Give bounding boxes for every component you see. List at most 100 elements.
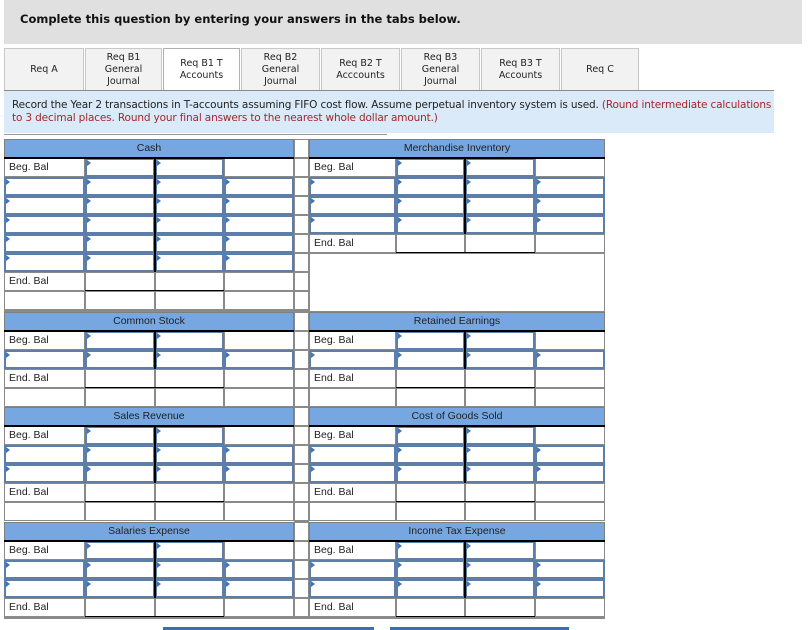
cash-entry-ref-input[interactable] (4, 177, 85, 196)
cash-entry-ref-input[interactable] (4, 215, 85, 234)
income-tax-expense-entry-debit-input[interactable] (396, 560, 465, 579)
salaries-expense-entry-ref-input[interactable] (4, 579, 85, 598)
merchandise-inventory-beg-debit-input[interactable] (396, 158, 465, 177)
income-tax-expense-entry-ref-input[interactable] (309, 560, 396, 579)
income-tax-expense-beg-credit-input[interactable] (465, 541, 535, 560)
income-tax-expense-entry-ref2-input[interactable] (535, 579, 605, 598)
salaries-expense-entry-ref-input[interactable] (4, 560, 85, 579)
tab-req-b1-general-journal[interactable]: Req B1 General Journal (85, 48, 162, 90)
tab-req-b2-t-accounts[interactable]: Req B2 T Acccounts (321, 48, 400, 90)
cash-beg-debit-input[interactable] (85, 158, 155, 177)
salaries-expense-entry-credit-input[interactable] (155, 579, 224, 598)
merchandise-inventory-beg-credit-input[interactable] (465, 158, 535, 177)
retained-earnings-entry-debit-input[interactable] (396, 350, 465, 369)
merchandise-inventory-entry-ref-input[interactable] (309, 215, 396, 234)
salaries-expense-beg-credit-input[interactable] (155, 541, 224, 560)
income-tax-expense-end-debit-value (396, 598, 465, 617)
sales-revenue-entry-ref-input[interactable] (4, 445, 85, 464)
salaries-expense-entry-debit-input[interactable] (85, 579, 155, 598)
cost-of-goods-sold-entry-ref2-input[interactable] (535, 445, 605, 464)
merchandise-inventory-entry-debit-input[interactable] (396, 196, 465, 215)
income-tax-expense-entry-debit-input[interactable] (396, 579, 465, 598)
cash-entry-ref2-input[interactable] (224, 253, 294, 272)
sales-revenue-entry-ref2-input[interactable] (224, 445, 294, 464)
common-stock-entry-debit-input[interactable] (85, 350, 155, 369)
retained-earnings-entry-credit-input[interactable] (465, 350, 535, 369)
retained-earnings-entry-ref-input[interactable] (309, 350, 396, 369)
merchandise-inventory-entry-debit-input[interactable] (396, 215, 465, 234)
cash-entry-credit-input[interactable] (155, 196, 224, 215)
merchandise-inventory-entry-ref-input[interactable] (309, 177, 396, 196)
cash-entry-debit-input[interactable] (85, 253, 155, 272)
cash-entry-ref2-input[interactable] (224, 234, 294, 253)
cost-of-goods-sold-beg-debit-input[interactable] (396, 426, 465, 445)
cash-entry-debit-input[interactable] (85, 196, 155, 215)
cash-entry-ref-input[interactable] (4, 196, 85, 215)
cash-entry-credit-input[interactable] (155, 215, 224, 234)
merchandise-inventory-entry-ref-input[interactable] (309, 196, 396, 215)
merchandise-inventory-entry-credit-input[interactable] (465, 215, 535, 234)
merchandise-inventory-entry-debit-input[interactable] (396, 177, 465, 196)
tab-req-c[interactable]: Req C (561, 48, 639, 90)
cost-of-goods-sold-entry-debit-input[interactable] (396, 445, 465, 464)
blank-cell (535, 234, 605, 253)
cost-of-goods-sold-entry-credit-input[interactable] (465, 464, 535, 483)
salaries-expense-entry-debit-input[interactable] (85, 560, 155, 579)
income-tax-expense-entry-credit-input[interactable] (465, 579, 535, 598)
merchandise-inventory-entry-ref2-input[interactable] (535, 196, 605, 215)
income-tax-expense-beg-debit-input[interactable] (396, 541, 465, 560)
sales-revenue-beg-credit-input[interactable] (155, 426, 224, 445)
merchandise-inventory-entry-ref2-input[interactable] (535, 215, 605, 234)
salaries-expense-entry-ref2-input[interactable] (224, 560, 294, 579)
cost-of-goods-sold-entry-debit-input[interactable] (396, 464, 465, 483)
retained-earnings-beg-credit-input[interactable] (465, 331, 535, 350)
salaries-expense-beg-debit-input[interactable] (85, 541, 155, 560)
common-stock-entry-ref2-input[interactable] (224, 350, 294, 369)
cash-entry-credit-input[interactable] (155, 177, 224, 196)
sales-revenue-entry-ref2-input[interactable] (224, 464, 294, 483)
sales-revenue-entry-debit-input[interactable] (85, 445, 155, 464)
cash-entry-ref2-input[interactable] (224, 215, 294, 234)
merchandise-inventory-entry-credit-input[interactable] (465, 177, 535, 196)
income-tax-expense-entry-ref-input[interactable] (309, 579, 396, 598)
common-stock-entry-credit-input[interactable] (155, 350, 224, 369)
cash-entry-ref2-input[interactable] (224, 196, 294, 215)
cash-entry-debit-input[interactable] (85, 177, 155, 196)
common-stock-beg-debit-input[interactable] (85, 331, 155, 350)
separator-cell (294, 483, 309, 502)
separator-cell (294, 560, 309, 579)
cost-of-goods-sold-beg-credit-input[interactable] (465, 426, 535, 445)
sales-revenue-beg-debit-input[interactable] (85, 426, 155, 445)
sales-revenue-entry-ref-input[interactable] (4, 464, 85, 483)
tab-req-a[interactable]: Req A (4, 48, 84, 90)
merchandise-inventory-entry-credit-input[interactable] (465, 196, 535, 215)
cost-of-goods-sold-entry-ref-input[interactable] (309, 464, 396, 483)
cash-entry-ref2-input[interactable] (224, 177, 294, 196)
cash-entry-debit-input[interactable] (85, 215, 155, 234)
common-stock-entry-ref-input[interactable] (4, 350, 85, 369)
retained-earnings-entry-ref2-input[interactable] (535, 350, 605, 369)
sales-revenue-entry-debit-input[interactable] (85, 464, 155, 483)
cash-entry-credit-input[interactable] (155, 234, 224, 253)
cash-beg-credit-input[interactable] (155, 158, 224, 177)
income-tax-expense-entry-credit-input[interactable] (465, 560, 535, 579)
merchandise-inventory-entry-ref2-input[interactable] (535, 177, 605, 196)
cost-of-goods-sold-entry-credit-input[interactable] (465, 445, 535, 464)
sales-revenue-entry-credit-input[interactable] (155, 445, 224, 464)
salaries-expense-entry-ref2-input[interactable] (224, 579, 294, 598)
tab-req-b1-t-accounts[interactable]: Req B1 T Accounts (163, 48, 240, 91)
cost-of-goods-sold-entry-ref-input[interactable] (309, 445, 396, 464)
cash-entry-ref-input[interactable] (4, 253, 85, 272)
cash-entry-credit-input[interactable] (155, 253, 224, 272)
common-stock-beg-credit-input[interactable] (155, 331, 224, 350)
retained-earnings-beg-debit-input[interactable] (396, 331, 465, 350)
cash-entry-ref-input[interactable] (4, 234, 85, 253)
cash-entry-debit-input[interactable] (85, 234, 155, 253)
tab-req-b3-t-accounts[interactable]: Req B3 T Accounts (481, 48, 560, 90)
cost-of-goods-sold-entry-ref2-input[interactable] (535, 464, 605, 483)
sales-revenue-entry-credit-input[interactable] (155, 464, 224, 483)
tab-req-b3-general-journal[interactable]: Req B3 General Journal (401, 48, 480, 90)
income-tax-expense-entry-ref2-input[interactable] (535, 560, 605, 579)
tab-req-b2-general-journal[interactable]: Req B2 General Journal (241, 48, 320, 90)
salaries-expense-entry-credit-input[interactable] (155, 560, 224, 579)
